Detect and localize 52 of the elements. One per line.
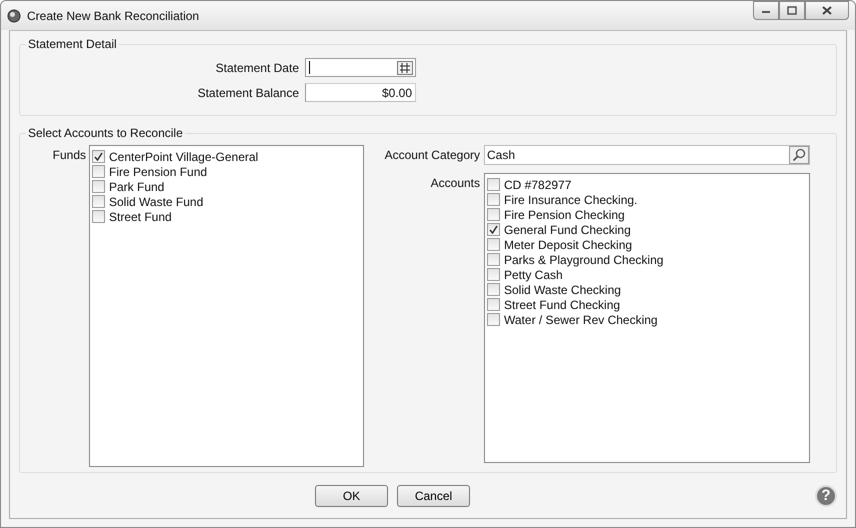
checkbox[interactable] (92, 150, 105, 163)
account-item[interactable]: Fire Insurance Checking. (487, 192, 807, 207)
fund-item[interactable]: Street Fund (92, 209, 361, 224)
account-item[interactable]: Fire Pension Checking (487, 207, 807, 222)
checkbox[interactable] (92, 165, 105, 178)
ok-button[interactable]: OK (315, 484, 388, 506)
accounts-label: Accounts (430, 175, 481, 192)
group-title: Statement Detail (27, 37, 118, 51)
window-title: Create New Bank Reconciliation (27, 8, 200, 22)
checkbox[interactable] (487, 253, 500, 266)
account-item[interactable]: Petty Cash (487, 267, 807, 282)
checkbox[interactable] (487, 178, 500, 191)
checkbox[interactable] (92, 210, 105, 223)
category-label: Account Category (384, 147, 481, 164)
checkbox[interactable] (92, 180, 105, 193)
field-label: Statement Date (214, 60, 300, 74)
account-item[interactable]: Water / Sewer Rev Checking (487, 312, 807, 327)
checkbox[interactable] (487, 268, 500, 281)
help-button[interactable]: ? (815, 484, 837, 506)
account-item[interactable]: Solid Waste Checking (487, 282, 807, 297)
cancel-button[interactable]: Cancel (397, 484, 470, 506)
fund-item[interactable]: Fire Pension Fund (92, 164, 361, 179)
checkbox[interactable] (487, 193, 500, 206)
funds-label: Funds (52, 147, 87, 164)
account-item[interactable]: Parks & Playground Checking (487, 252, 807, 267)
category-field[interactable]: Cash (484, 145, 810, 165)
account-item[interactable]: General Fund Checking (487, 222, 807, 237)
fund-item[interactable]: Solid Waste Fund (92, 194, 361, 209)
checkbox[interactable] (487, 238, 500, 251)
checkbox[interactable] (487, 223, 500, 236)
field-label: Statement Balance (196, 86, 300, 100)
account-item[interactable]: Street Fund Checking (487, 297, 807, 312)
close-icon (822, 6, 832, 15)
fund-item[interactable]: Park Fund (92, 179, 361, 194)
calendar-icon[interactable] (397, 60, 413, 74)
app-icon (7, 8, 21, 22)
group-title: Select Accounts to Reconcile (27, 126, 184, 140)
checkbox[interactable] (487, 283, 500, 296)
close-button[interactable] (805, 1, 849, 20)
search-button[interactable] (789, 146, 809, 164)
balance-field[interactable]: $0.00 (305, 83, 416, 102)
date-field[interactable] (305, 58, 416, 77)
checkbox[interactable] (487, 298, 500, 311)
maximize-button[interactable] (779, 1, 805, 20)
checkbox[interactable] (487, 313, 500, 326)
account-item[interactable]: Meter Deposit Checking (487, 237, 807, 252)
account-item[interactable]: CD #782977 (487, 177, 807, 192)
minimize-button[interactable] (753, 1, 779, 20)
checkbox[interactable] (92, 195, 105, 208)
fund-item[interactable]: CenterPoint Village-General (92, 149, 361, 164)
checkbox[interactable] (487, 208, 500, 221)
maximize-icon (787, 6, 797, 15)
